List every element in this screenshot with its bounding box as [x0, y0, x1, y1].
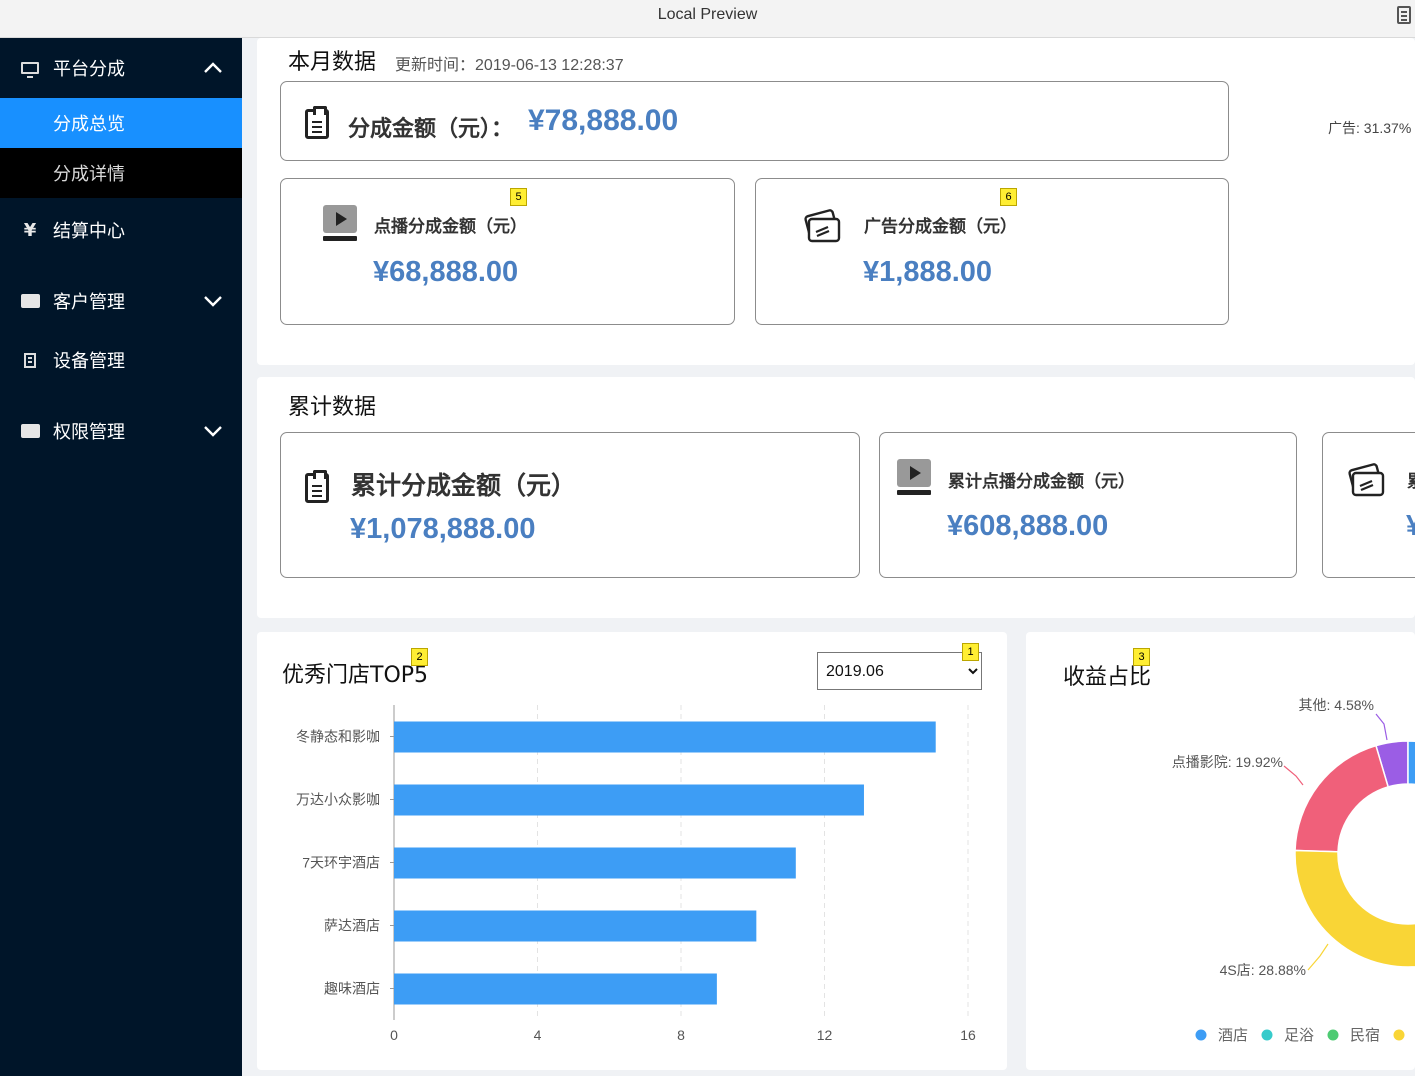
legend-label: 酒店 [1218, 1027, 1248, 1044]
ad-card-icon [1348, 463, 1385, 497]
monthly-total-card: 分成金额（元）： ¥78,888.00 [280, 81, 1229, 161]
data-label: 其他: 4.58% [1299, 697, 1374, 713]
video-play-icon [897, 459, 931, 495]
annotation-badge: 6 [1000, 188, 1017, 206]
leader-line [1307, 943, 1329, 971]
cumulative-ad-card: 累 ¥ [1322, 432, 1415, 578]
cumulative-total-label: 累计分成金额（元） [351, 471, 577, 500]
y-tick-label: 冬静态和影咖 [296, 729, 380, 745]
bar [394, 973, 717, 1005]
building-icon [20, 350, 40, 370]
monthly-title: 本月数据 [288, 50, 377, 75]
cumulative-title: 累计数据 [288, 395, 377, 420]
cumulative-vod-value: ¥608,888.00 [947, 510, 1109, 542]
top5-bar-chart: 0 4 8 12 16 冬静态和影咖万达小众影咖 7天环宇酒店萨达酒店趣味酒店 [296, 705, 976, 1043]
top5-title: 优秀门店TOP5 [282, 663, 429, 688]
monthly-vod-card: 点播分成金额（元） ¥68,888.00 [280, 178, 735, 325]
update-time: 更新时间：2019-06-13 12:28:37 [395, 51, 624, 75]
annotation-badge: 2 [411, 648, 428, 666]
bar [394, 910, 757, 942]
sidebar-item-devices[interactable]: 设备管理 [0, 334, 242, 386]
folder-icon [20, 421, 40, 441]
sidebar-item-label: 权限管理 [53, 422, 125, 443]
bar [394, 784, 864, 816]
sidebar-item-permissions[interactable]: 权限管理 [0, 405, 242, 457]
update-time-label: 更新时间： [395, 57, 476, 74]
pie-slice [1294, 744, 1390, 853]
sidebar-item-label: 平台分成 [53, 59, 125, 80]
sidebar-item-share-overview[interactable]: 分成总览 [0, 98, 242, 148]
monthly-ad-label: 广告分成金额（元） [864, 217, 1017, 237]
y-tick-label: 万达小众影咖 [296, 792, 380, 808]
x-tick-label: 16 [960, 1027, 976, 1043]
folder-icon [20, 291, 40, 311]
cumulative-ad-value: ¥ [1406, 510, 1415, 543]
chevron-up-icon[interactable] [202, 57, 224, 79]
cumulative-vod-label: 累计点播分成金额（元） [948, 472, 1135, 492]
window-titlebar: Local Preview [0, 0, 1415, 38]
annotation-badge: 5 [510, 188, 527, 206]
pie-slice [1294, 849, 1415, 968]
data-label: 4S店: 28.88% [1220, 962, 1306, 978]
y-tick-label: 趣味酒店 [324, 981, 380, 997]
video-play-icon [323, 205, 357, 241]
revenue-share-donut-chart: 其他: 4.58% 点播影院: 19.92% 4S店: 28.88% 酒店 足浴 民宿 [1172, 697, 1415, 1044]
sidebar-item-label: 设备管理 [53, 351, 125, 372]
annotation-badge: 1 [962, 643, 979, 661]
leader-line [1283, 765, 1304, 786]
cumulative-total-value: ¥1,078,888.00 [350, 513, 536, 545]
bar [394, 847, 796, 879]
sidebar-item-customers[interactable]: 客户管理 [0, 275, 242, 327]
legend-marker [1393, 1029, 1405, 1041]
y-tick-label: 萨达酒店 [324, 918, 380, 934]
sidebar-item-label: 结算中心 [53, 221, 125, 242]
monitor-icon [20, 58, 40, 78]
legend-marker [1261, 1029, 1273, 1041]
ad-card-icon [804, 209, 841, 243]
sidebar-item-label: 分成总览 [53, 114, 125, 135]
update-time-value: 2019-06-13 12:28:37 [475, 57, 624, 74]
sidebar-item-label: 客户管理 [53, 292, 125, 313]
x-tick-label: 12 [817, 1027, 833, 1043]
side-pie-label: 广告: 31.37% [1328, 120, 1412, 136]
x-tick-label: 8 [677, 1027, 685, 1043]
month-select[interactable]: 2019.06 [817, 652, 982, 690]
monthly-vod-label: 点播分成金额（元） [374, 217, 527, 237]
legend-marker [1327, 1029, 1339, 1041]
data-label: 点播影院: 19.92% [1172, 754, 1283, 770]
x-tick-label: 0 [390, 1027, 398, 1043]
sidebar-item-settlement[interactable]: ¥ 结算中心 [0, 204, 242, 256]
legend-marker [1195, 1029, 1207, 1041]
yen-icon: ¥ [23, 219, 37, 241]
monthly-total-value: ¥78,888.00 [528, 104, 679, 137]
clipboard-icon [305, 106, 329, 139]
monthly-ad-card: 广告分成金额（元） ¥1,888.00 [755, 178, 1229, 325]
monthly-ad-value: ¥1,888.00 [863, 256, 993, 288]
cumulative-total-card: 累计分成金额（元） ¥1,078,888.00 [280, 432, 860, 578]
bar [394, 721, 936, 753]
legend-label: 足浴 [1284, 1027, 1314, 1044]
annotation-badge: 3 [1133, 648, 1150, 666]
sidebar-item-label: 分成详情 [53, 164, 125, 185]
sidebar-item-share-details[interactable]: 分成详情 [0, 148, 242, 198]
window-title: Local Preview [657, 6, 758, 23]
legend-label: 民宿 [1350, 1027, 1380, 1044]
menu-icon[interactable] [1397, 6, 1411, 24]
clipboard-icon [305, 470, 329, 503]
cumulative-vod-card: 累计点播分成金额（元） ¥608,888.00 [879, 432, 1297, 578]
y-tick-label: 7天环宇酒店 [302, 855, 380, 871]
cumulative-ad-label: 累 [1407, 467, 1415, 492]
chevron-down-icon[interactable] [202, 290, 224, 312]
monthly-vod-value: ¥68,888.00 [373, 256, 519, 288]
x-tick-label: 4 [534, 1027, 542, 1043]
leader-line [1375, 713, 1388, 741]
sidebar-item-platform-share[interactable]: 平台分成 [0, 38, 242, 98]
monthly-total-label: 分成金额（元）： [348, 117, 514, 142]
sidebar: 平台分成 分成总览 分成详情 ¥ 结算中心 客户管理 设备管理 权限管理 [0, 38, 242, 1076]
chevron-down-icon[interactable] [202, 420, 224, 442]
